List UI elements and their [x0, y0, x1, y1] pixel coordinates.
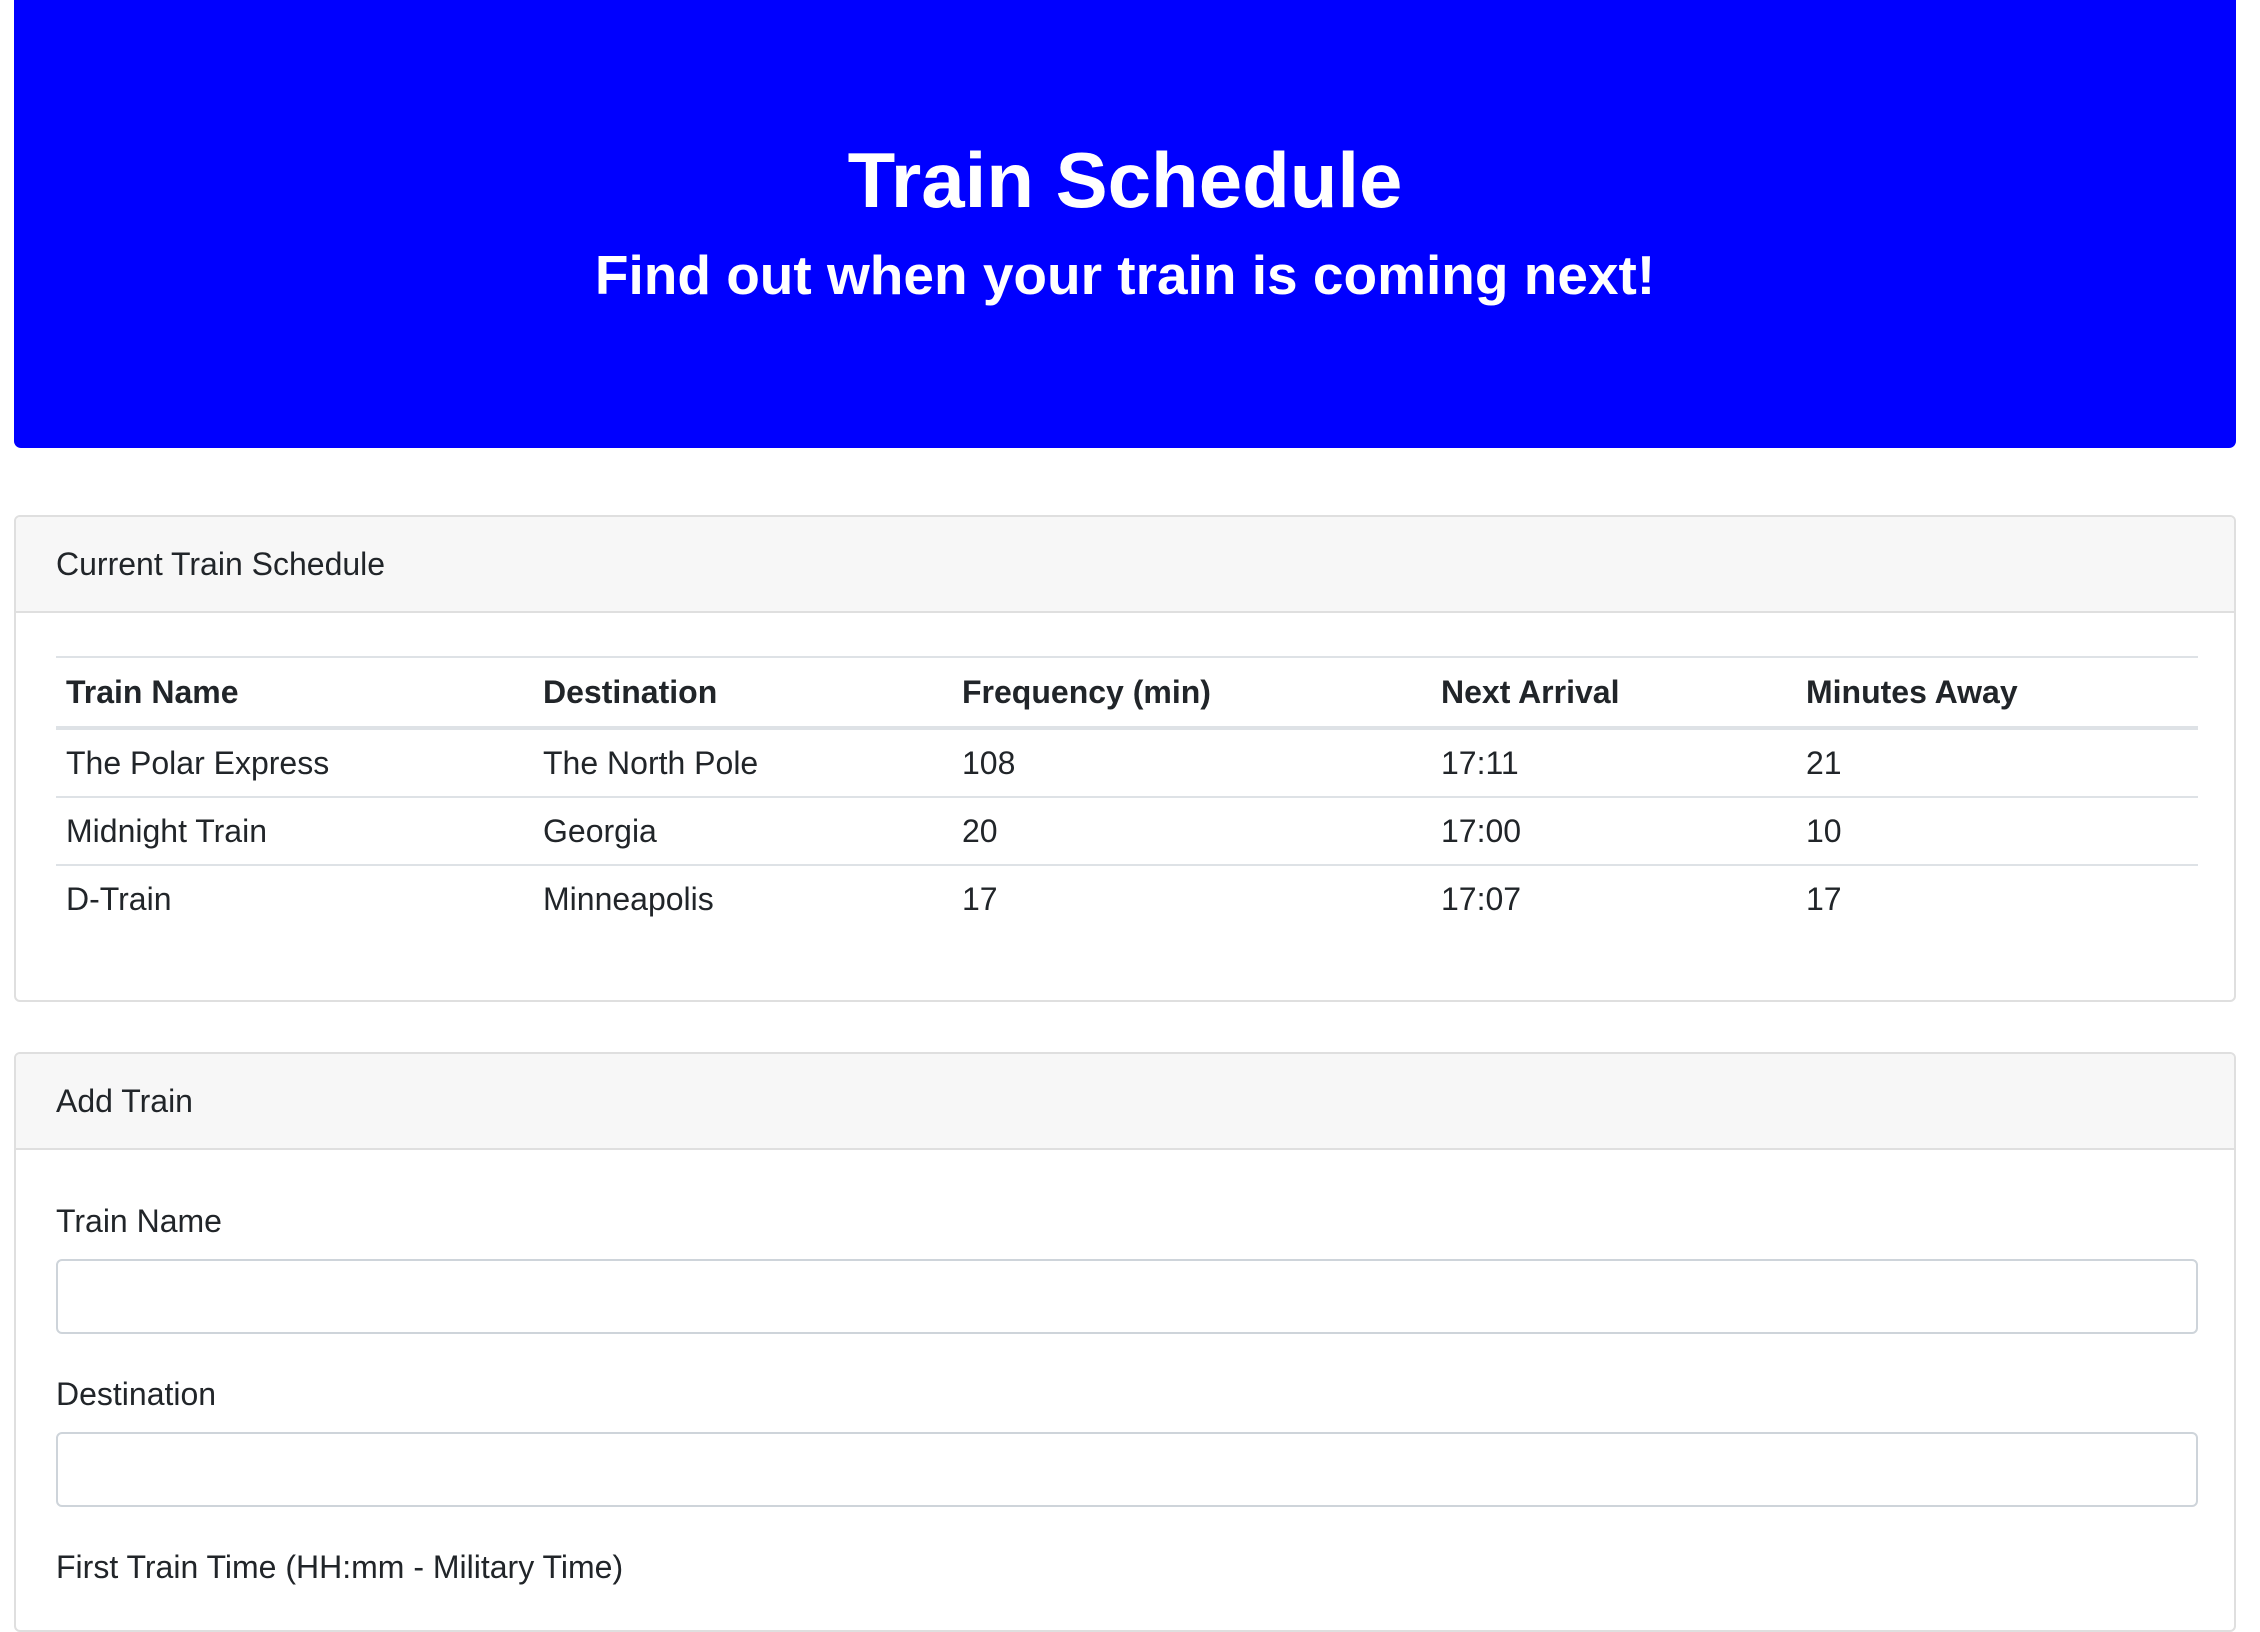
column-header-destination: Destination — [533, 656, 952, 730]
column-header-train-name: Train Name — [56, 656, 533, 730]
page-subtitle: Find out when your train is coming next! — [594, 244, 1656, 306]
cell-frequency: 108 — [952, 728, 1431, 798]
destination-input[interactable] — [56, 1432, 2198, 1507]
train-name-label: Train Name — [56, 1203, 222, 1239]
schedule-card-header: Current Train Schedule — [16, 517, 2234, 613]
table-header-row: Train Name Destination Frequency (min) N… — [56, 656, 2198, 730]
cell-destination: The North Pole — [533, 728, 952, 798]
cell-next-arrival: 17:00 — [1431, 797, 1796, 866]
column-header-next-arrival: Next Arrival — [1431, 656, 1796, 730]
train-name-input[interactable] — [56, 1259, 2198, 1334]
table-row: Midnight Train Georgia 20 17:00 10 — [56, 797, 2198, 866]
table-row: The Polar Express The North Pole 108 17:… — [56, 728, 2198, 798]
cell-minutes-away: 10 — [1796, 797, 2198, 866]
cell-next-arrival: 17:11 — [1431, 728, 1796, 798]
first-train-time-label: First Train Time (HH:mm - Military Time) — [56, 1549, 624, 1585]
cell-train-name: The Polar Express — [56, 728, 533, 798]
column-header-frequency: Frequency (min) — [952, 656, 1431, 730]
cell-destination: Minneapolis — [543, 880, 714, 917]
cell-next-arrival: 17:07 — [1441, 880, 1522, 917]
cell-destination: Georgia — [533, 797, 952, 866]
cell-frequency: 20 — [952, 797, 1431, 866]
add-train-card: Add Train Train Name Destination First T… — [14, 1052, 2236, 1632]
cell-train-name: Midnight Train — [56, 797, 533, 866]
cell-frequency: 17 — [962, 880, 998, 917]
cell-minutes-away: 21 — [1796, 728, 2198, 798]
destination-label: Destination — [56, 1376, 217, 1412]
table-row: D-Train Minneapolis 17 17:07 17 — [56, 865, 2198, 932]
add-train-card-header: Add Train — [16, 1054, 2234, 1150]
schedule-card: Current Train Schedule Train Name Destin… — [14, 515, 2236, 1002]
schedule-table: Train Name Destination Frequency (min) N… — [56, 656, 2198, 932]
column-header-minutes-away: Minutes Away — [1796, 656, 2198, 730]
cell-minutes-away: 17 — [1806, 880, 1842, 917]
header-banner: Train Schedule Find out when your train … — [14, 0, 2236, 448]
page-title: Train Schedule — [847, 136, 1403, 224]
cell-train-name: D-Train — [66, 880, 172, 917]
